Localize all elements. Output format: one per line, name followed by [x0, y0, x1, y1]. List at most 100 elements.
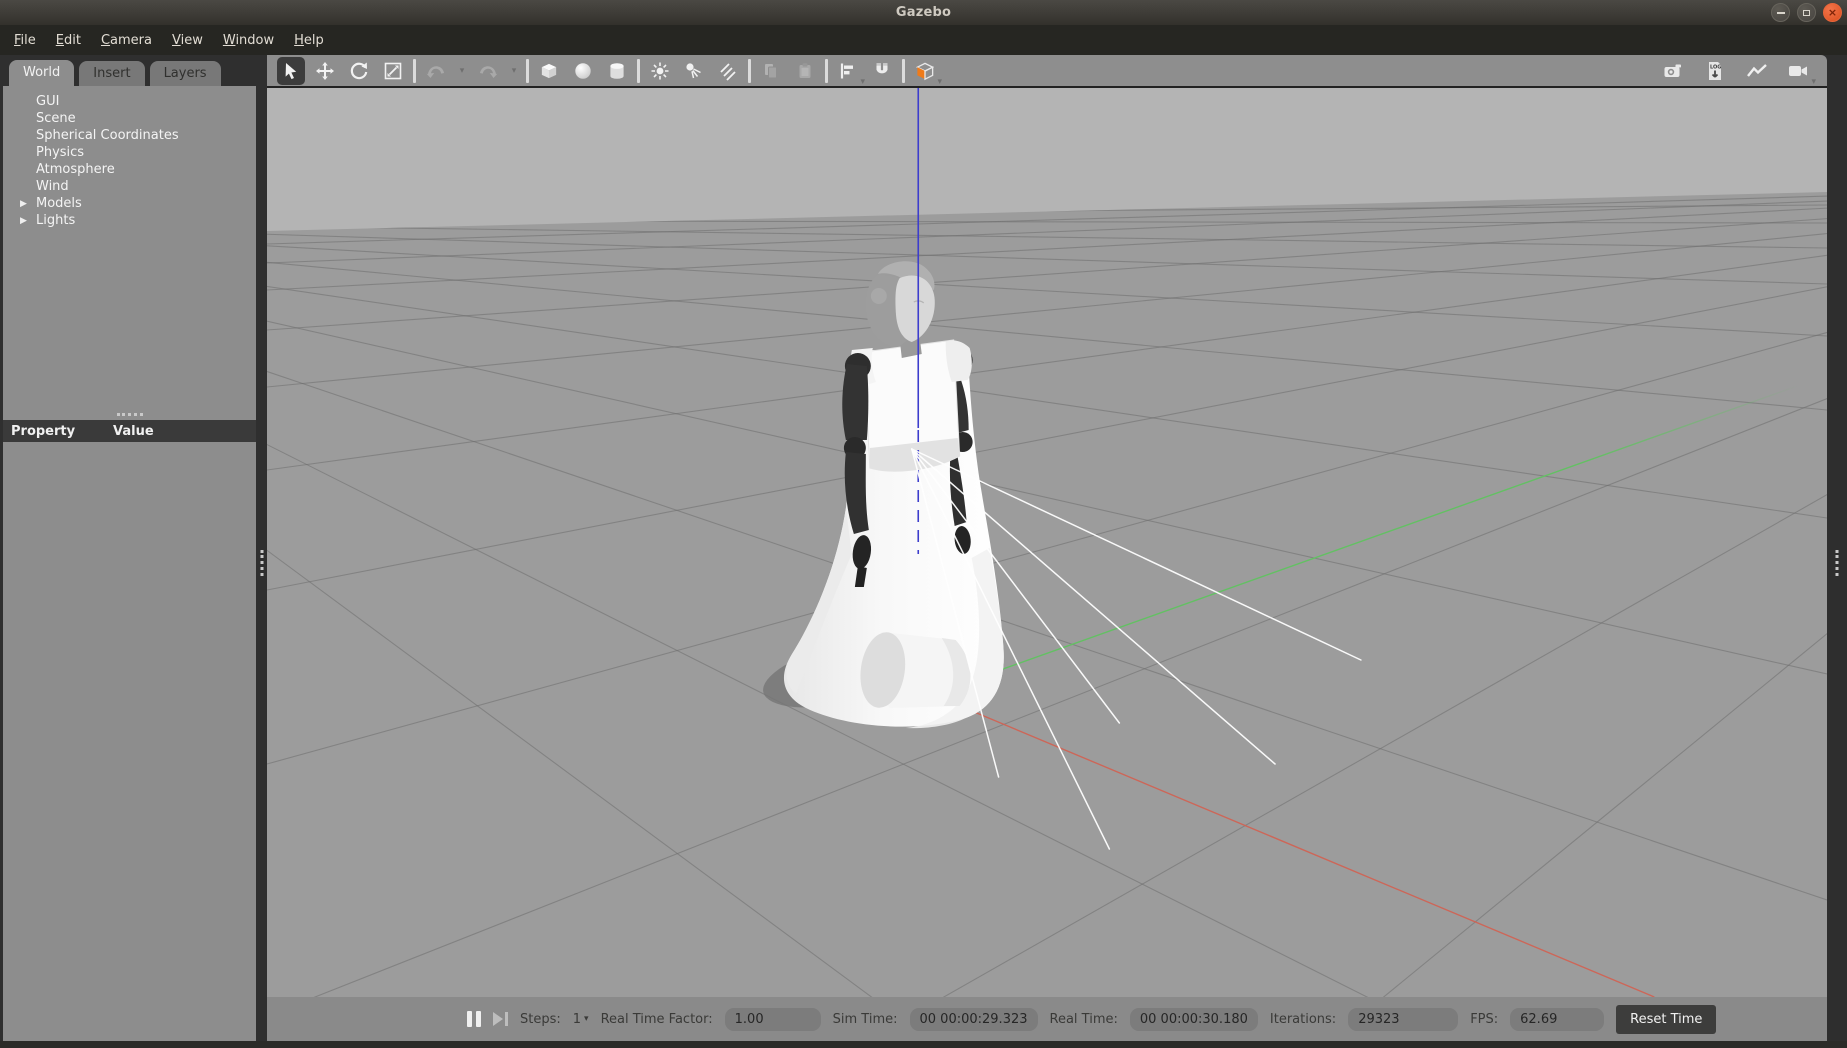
- toolbar-separator: [637, 59, 640, 83]
- snap-button[interactable]: [868, 57, 896, 85]
- property-column-header: Property: [3, 424, 113, 439]
- value-column-header: Value: [113, 424, 154, 439]
- scale-tool-button[interactable]: [379, 57, 407, 85]
- splitter-grip-icon: [260, 550, 263, 576]
- redo-dropdown[interactable]: ▾: [508, 66, 520, 76]
- tree-item-wind[interactable]: Wind: [3, 178, 256, 195]
- world-tree: GUI Scene Spherical Coordinates Physics …: [3, 86, 256, 408]
- tree-item-atmosphere[interactable]: Atmosphere: [3, 161, 256, 178]
- toolbar-separator: [825, 59, 828, 83]
- window-title: Gazebo: [0, 5, 1847, 20]
- align-icon: [838, 61, 858, 81]
- real-time-label: Real Time:: [1050, 1012, 1118, 1027]
- cylinder-icon: [606, 60, 628, 82]
- screenshot-button[interactable]: [1659, 57, 1687, 85]
- menu-view[interactable]: View: [162, 28, 213, 53]
- tab-insert[interactable]: Insert: [79, 61, 144, 86]
- steps-label: Steps:: [520, 1012, 561, 1027]
- toolbar-separator: [902, 59, 905, 83]
- select-tool-button[interactable]: [277, 57, 305, 85]
- record-video-button[interactable]: ▾: [1785, 57, 1813, 85]
- tree-item-spherical-coordinates[interactable]: Spherical Coordinates: [3, 127, 256, 144]
- menu-file[interactable]: File: [4, 28, 46, 53]
- translate-tool-button[interactable]: [311, 57, 339, 85]
- align-dropdown[interactable]: ▾: [860, 77, 865, 87]
- pause-button[interactable]: [467, 1011, 481, 1027]
- close-icon: ×: [1828, 7, 1837, 18]
- view-angle-dropdown[interactable]: ▾: [937, 77, 942, 87]
- toolbar-separator: [748, 59, 751, 83]
- spot-light-icon: [684, 61, 704, 81]
- move-arrows-icon: [315, 61, 335, 81]
- tree-item-gui[interactable]: GUI: [3, 93, 256, 110]
- view-cube-icon: [913, 59, 937, 83]
- property-table-header: Property Value: [3, 420, 256, 442]
- menu-edit[interactable]: Edit: [46, 28, 91, 53]
- insert-box-button[interactable]: [535, 57, 563, 85]
- camera-icon: [1662, 61, 1684, 81]
- log-data-button[interactable]: LOG: [1701, 57, 1729, 85]
- spot-light-button[interactable]: [680, 57, 708, 85]
- redo-button[interactable]: [474, 57, 502, 85]
- plot-line-icon: [1746, 61, 1768, 81]
- minimize-button[interactable]: [1771, 3, 1790, 22]
- copy-icon: [761, 61, 781, 81]
- gazebo-window: Gazebo × File Edit Camera View Window He…: [0, 0, 1847, 1048]
- titlebar[interactable]: Gazebo ×: [0, 0, 1847, 25]
- reset-time-button[interactable]: Reset Time: [1616, 1005, 1716, 1034]
- panel-horizontal-splitter[interactable]: [3, 408, 256, 420]
- real-time-field: 00 00:00:30.180: [1130, 1008, 1258, 1031]
- close-button[interactable]: ×: [1823, 3, 1842, 22]
- iterations-field: 29323: [1348, 1008, 1458, 1031]
- step-button[interactable]: [493, 1012, 508, 1026]
- right-panel-splitter[interactable]: [1827, 55, 1847, 1041]
- maximize-icon: [1803, 10, 1810, 16]
- paste-button[interactable]: [791, 57, 819, 85]
- log-file-icon: LOG: [1705, 60, 1725, 82]
- tree-item-lights[interactable]: ▶Lights: [3, 212, 256, 229]
- fps-field: 62.69: [1510, 1008, 1604, 1031]
- copy-button[interactable]: [757, 57, 785, 85]
- statusbar: Steps: 1 ▾ Real Time Factor: 1.00 Sim Ti…: [267, 997, 1827, 1041]
- tree-item-scene[interactable]: Scene: [3, 110, 256, 127]
- insert-sphere-button[interactable]: [569, 57, 597, 85]
- sim-time-field: 00 00:00:29.323: [910, 1008, 1038, 1031]
- step-forward-icon: [493, 1012, 503, 1026]
- real-time-factor-label: Real Time Factor:: [601, 1012, 713, 1027]
- expand-caret-icon[interactable]: ▶: [20, 196, 27, 213]
- point-light-button[interactable]: [646, 57, 674, 85]
- menu-help[interactable]: Help: [284, 28, 334, 53]
- tab-layers[interactable]: Layers: [150, 61, 221, 86]
- rotate-tool-button[interactable]: [345, 57, 373, 85]
- tab-world[interactable]: World: [9, 60, 74, 86]
- box-icon: [538, 60, 560, 82]
- maximize-button[interactable]: [1797, 3, 1816, 22]
- undo-button[interactable]: [422, 57, 450, 85]
- paste-icon: [795, 61, 815, 81]
- view-angle-button[interactable]: ▾: [911, 57, 939, 85]
- tree-item-models[interactable]: ▶Models: [3, 195, 256, 212]
- splitter-grip-icon: [1836, 550, 1839, 576]
- left-panel-splitter[interactable]: [256, 55, 267, 1041]
- undo-dropdown[interactable]: ▾: [456, 66, 468, 76]
- directional-light-button[interactable]: [714, 57, 742, 85]
- pause-icon: [476, 1011, 481, 1027]
- menu-window[interactable]: Window: [213, 28, 284, 53]
- minimize-icon: [1777, 12, 1785, 14]
- insert-cylinder-button[interactable]: [603, 57, 631, 85]
- undo-arrow-icon: [425, 61, 447, 81]
- menubar: File Edit Camera View Window Help: [0, 25, 1847, 55]
- redo-arrow-icon: [477, 61, 499, 81]
- viewport-3d[interactable]: [267, 88, 1827, 997]
- menu-camera[interactable]: Camera: [91, 28, 162, 53]
- record-video-dropdown[interactable]: ▾: [1811, 77, 1816, 87]
- tree-item-physics[interactable]: Physics: [3, 144, 256, 161]
- plot-button[interactable]: [1743, 57, 1771, 85]
- step-forward-icon: [505, 1012, 508, 1026]
- steps-value-dropdown[interactable]: 1 ▾: [573, 1012, 589, 1027]
- point-light-icon: [650, 61, 670, 81]
- toolbar-separator: [413, 59, 416, 83]
- expand-caret-icon[interactable]: ▶: [20, 213, 27, 230]
- align-button[interactable]: ▾: [834, 57, 862, 85]
- svg-text:LOG: LOG: [1710, 64, 1721, 70]
